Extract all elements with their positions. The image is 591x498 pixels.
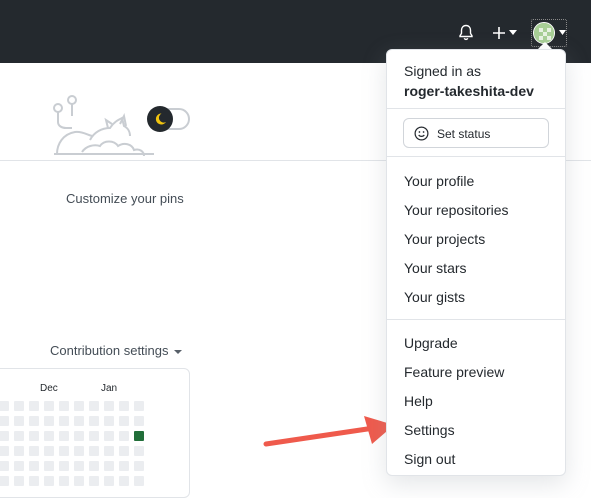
- contribution-day[interactable]: [134, 461, 144, 471]
- signed-in-label: Signed in as: [404, 63, 482, 79]
- menu-item-sign-out[interactable]: Sign out: [404, 451, 455, 467]
- contribution-day[interactable]: [74, 446, 84, 456]
- contribution-day[interactable]: [134, 416, 144, 426]
- contribution-day[interactable]: [0, 461, 9, 471]
- contribution-day[interactable]: [104, 446, 114, 456]
- contribution-day[interactable]: [44, 431, 54, 441]
- contribution-day[interactable]: [89, 461, 99, 471]
- customize-pins-link[interactable]: Customize your pins: [66, 191, 184, 206]
- signed-in-username: roger-takeshita-dev: [404, 83, 534, 99]
- contribution-day[interactable]: [134, 446, 144, 456]
- caret-down-icon: [173, 349, 182, 354]
- contribution-day[interactable]: [14, 401, 24, 411]
- contribution-day[interactable]: [0, 446, 9, 456]
- contribution-day[interactable]: [29, 461, 39, 471]
- contribution-day[interactable]: [59, 476, 69, 486]
- contribution-day[interactable]: [59, 401, 69, 411]
- menu-item-help[interactable]: Help: [404, 393, 433, 409]
- dropdown-caret: [538, 42, 552, 49]
- contribution-settings-button[interactable]: Contribution settings: [50, 343, 182, 358]
- contribution-day[interactable]: [14, 431, 24, 441]
- menu-item-your-repositories[interactable]: Your repositories: [404, 202, 509, 218]
- contribution-day[interactable]: [44, 476, 54, 486]
- contribution-day[interactable]: [74, 431, 84, 441]
- contribution-day[interactable]: [29, 431, 39, 441]
- menu-divider: [387, 156, 565, 157]
- menu-item-your-profile[interactable]: Your profile: [404, 173, 474, 189]
- contribution-day[interactable]: [29, 401, 39, 411]
- menu-item-upgrade[interactable]: Upgrade: [404, 335, 458, 351]
- chevron-down-icon[interactable]: [509, 30, 517, 35]
- contribution-day[interactable]: [89, 416, 99, 426]
- contribution-day[interactable]: [59, 431, 69, 441]
- smiley-icon: [414, 126, 429, 141]
- contribution-day[interactable]: [134, 431, 144, 441]
- contribution-day[interactable]: [44, 401, 54, 411]
- contribution-day[interactable]: [89, 401, 99, 411]
- contribution-day[interactable]: [74, 476, 84, 486]
- contribution-settings-label: Contribution settings: [50, 343, 169, 358]
- theme-toggle[interactable]: [146, 105, 190, 133]
- contribution-graph: Dec Jan: [0, 368, 190, 498]
- contribution-day[interactable]: [29, 476, 39, 486]
- graph-month-label: Jan: [101, 383, 118, 394]
- menu-item-your-stars[interactable]: Your stars: [404, 260, 467, 276]
- set-status-label: Set status: [437, 127, 491, 141]
- menu-divider: [387, 108, 565, 109]
- contribution-day[interactable]: [14, 416, 24, 426]
- avatar-chevron-down-icon[interactable]: [559, 30, 566, 35]
- contribution-day[interactable]: [0, 401, 9, 411]
- contribution-day[interactable]: [74, 416, 84, 426]
- contribution-day[interactable]: [14, 476, 24, 486]
- bell-icon[interactable]: [458, 24, 474, 41]
- menu-item-your-projects[interactable]: Your projects: [404, 231, 485, 247]
- menu-item-feature-preview[interactable]: Feature preview: [404, 364, 504, 380]
- plus-icon[interactable]: [491, 25, 507, 41]
- contribution-day[interactable]: [104, 476, 114, 486]
- contribution-day[interactable]: [134, 476, 144, 486]
- contribution-day[interactable]: [119, 431, 129, 441]
- contribution-day[interactable]: [119, 416, 129, 426]
- contribution-day[interactable]: [119, 446, 129, 456]
- contribution-day[interactable]: [104, 416, 114, 426]
- contribution-day[interactable]: [119, 461, 129, 471]
- contribution-day[interactable]: [59, 416, 69, 426]
- contribution-day[interactable]: [89, 446, 99, 456]
- graph-month-label: Dec: [40, 383, 58, 394]
- contribution-day[interactable]: [0, 431, 9, 441]
- set-status-button[interactable]: Set status: [403, 118, 549, 148]
- contribution-day[interactable]: [119, 476, 129, 486]
- menu-item-your-gists[interactable]: Your gists: [404, 289, 465, 305]
- contribution-day[interactable]: [89, 476, 99, 486]
- menu-divider: [387, 319, 565, 320]
- contribution-day[interactable]: [74, 461, 84, 471]
- contribution-day[interactable]: [59, 461, 69, 471]
- contribution-day[interactable]: [44, 446, 54, 456]
- contribution-day[interactable]: [44, 461, 54, 471]
- contribution-day[interactable]: [119, 401, 129, 411]
- contribution-day[interactable]: [14, 461, 24, 471]
- contribution-day[interactable]: [29, 446, 39, 456]
- contribution-day[interactable]: [89, 431, 99, 441]
- contribution-day[interactable]: [44, 416, 54, 426]
- contribution-day[interactable]: [134, 401, 144, 411]
- contribution-day[interactable]: [0, 416, 9, 426]
- contribution-day[interactable]: [59, 446, 69, 456]
- contribution-day[interactable]: [74, 401, 84, 411]
- annotation-arrow: [263, 416, 394, 447]
- menu-item-settings[interactable]: Settings: [404, 422, 455, 438]
- contribution-day[interactable]: [0, 476, 9, 486]
- contribution-day[interactable]: [104, 461, 114, 471]
- contribution-day[interactable]: [104, 431, 114, 441]
- contribution-day[interactable]: [104, 401, 114, 411]
- user-dropdown-menu: Signed in as roger-takeshita-dev Set sta…: [386, 49, 566, 476]
- contribution-day[interactable]: [29, 416, 39, 426]
- avatar[interactable]: [533, 22, 555, 44]
- contribution-day[interactable]: [14, 446, 24, 456]
